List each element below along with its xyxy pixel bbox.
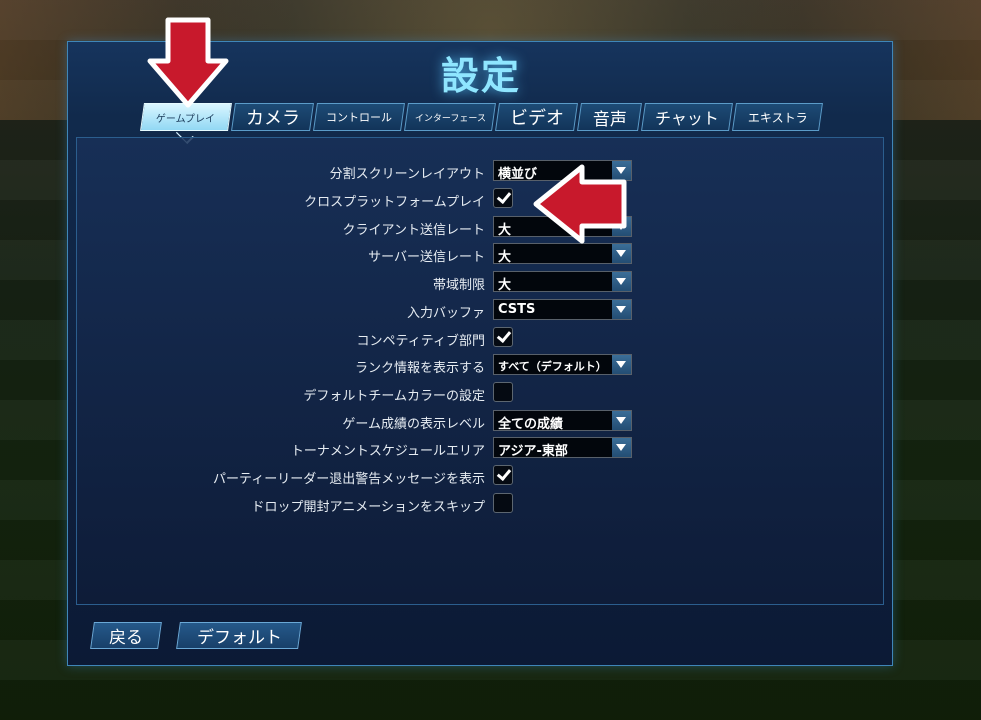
select-value: アジア-東部	[498, 444, 568, 459]
setting-row-input-buffer: 入力バッファ CSTS	[77, 298, 885, 324]
setting-label: サーバー送信レート	[368, 250, 485, 265]
chevron-down-icon	[612, 272, 631, 291]
setting-label: クライアント送信レート	[342, 223, 485, 238]
select-value: 全ての成績	[498, 417, 564, 432]
chevron-down-icon	[612, 244, 631, 263]
default-button-label: デフォルト	[196, 628, 282, 648]
setting-label: コンペティティブ部門	[356, 334, 485, 349]
tab-camera[interactable]: カメラ	[231, 103, 314, 131]
setting-label: ドロップ開封アニメーションをスキップ	[251, 500, 485, 515]
party-leader-warning-checkbox[interactable]	[493, 465, 513, 485]
tab-chat-label: チャット	[655, 109, 719, 128]
stats-level-select[interactable]: 全ての成績	[493, 410, 632, 432]
setting-row-party-leader-warning: パーティーリーダー退出警告メッセージを表示	[77, 464, 885, 490]
tab-interface[interactable]: インターフェース	[404, 103, 496, 131]
tab-audio[interactable]: 音声	[577, 103, 642, 131]
bandwidth-select[interactable]: 大	[493, 271, 632, 293]
setting-label: クロスプラットフォームプレイ	[304, 195, 485, 210]
select-value: CSTS	[498, 302, 536, 317]
crossplay-checkbox[interactable]	[493, 188, 513, 208]
server-send-rate-select[interactable]: 大	[493, 243, 632, 265]
settings-panel: 設定 ゲームプレイ カメラ コントロール インターフェース ビデオ 音声 チャッ…	[67, 41, 893, 666]
setting-row-skip-drop-animation: ドロップ開封アニメーションをスキップ	[77, 492, 885, 518]
tab-controls-label: コントロール	[326, 111, 392, 124]
setting-row-bandwidth: 帯域制限 大	[77, 270, 885, 296]
annotation-arrow-left-icon	[533, 164, 627, 244]
select-value: 大	[498, 223, 512, 238]
skip-drop-animation-checkbox[interactable]	[493, 493, 513, 513]
team-color-checkbox[interactable]	[493, 382, 513, 402]
setting-row-crossplay: クロスプラットフォームプレイ	[77, 187, 885, 213]
rank-info-select[interactable]: すべて（デフォルト）	[493, 354, 632, 375]
setting-label: 分割スクリーンレイアウト	[329, 167, 485, 182]
tab-extras[interactable]: エキストラ	[732, 103, 823, 131]
tournament-region-select[interactable]: アジア-東部	[493, 437, 632, 459]
tab-bar: ゲームプレイ カメラ コントロール インターフェース ビデオ 音声 チャット エ…	[140, 103, 823, 131]
setting-label: デフォルトチームカラーの設定	[303, 389, 485, 404]
setting-row-competitive: コンペティティブ部門	[77, 326, 885, 352]
tab-audio-label: 音声	[592, 109, 627, 130]
chevron-down-icon	[612, 355, 631, 374]
setting-row-rank-info: ランク情報を表示する すべて（デフォルト）	[77, 353, 885, 379]
setting-row-server-send-rate: サーバー送信レート 大	[77, 242, 885, 268]
chevron-down-icon	[612, 300, 631, 319]
setting-row-stats-level: ゲーム成績の表示レベル 全ての成績	[77, 409, 885, 435]
competitive-checkbox[interactable]	[493, 327, 513, 347]
chevron-down-icon	[612, 438, 631, 457]
tab-camera-label: カメラ	[245, 108, 300, 129]
tab-controls[interactable]: コントロール	[313, 103, 405, 131]
tab-video-label: ビデオ	[509, 108, 564, 129]
setting-row-split-screen: 分割スクリーンレイアウト 横並び	[77, 159, 885, 185]
input-buffer-select[interactable]: CSTS	[493, 299, 632, 320]
tab-video[interactable]: ビデオ	[495, 103, 578, 131]
setting-row-client-send-rate: クライアント送信レート 大	[77, 215, 885, 241]
settings-list: 分割スクリーンレイアウト 横並び クロスプラットフォームプレイ クライアント送信…	[76, 137, 884, 605]
setting-label: パーティーリーダー退出警告メッセージを表示	[213, 472, 485, 487]
select-value: 大	[498, 278, 512, 293]
annotation-arrow-down-icon	[147, 17, 229, 108]
default-button[interactable]: デフォルト	[176, 622, 302, 649]
setting-label: ランク情報を表示する	[354, 361, 485, 376]
setting-label: トーナメントスケジュールエリア	[290, 444, 485, 459]
setting-row-team-color: デフォルトチームカラーの設定	[77, 381, 885, 407]
back-button-label: 戻る	[109, 628, 143, 648]
select-value: 大	[498, 250, 512, 265]
setting-label: ゲーム成績の表示レベル	[342, 417, 485, 432]
setting-label: 帯域制限	[432, 278, 485, 293]
back-button[interactable]: 戻る	[90, 622, 162, 649]
setting-label: 入力バッファ	[406, 306, 485, 321]
tab-gameplay-label: ゲームプレイ	[156, 113, 216, 125]
tab-extras-label: エキストラ	[747, 110, 808, 125]
chevron-down-icon	[612, 411, 631, 430]
tab-interface-label: インターフェース	[414, 113, 486, 124]
tab-chat[interactable]: チャット	[641, 103, 733, 131]
select-value: すべて（デフォルト）	[498, 360, 607, 373]
setting-row-tournament-region: トーナメントスケジュールエリア アジア-東部	[77, 436, 885, 462]
